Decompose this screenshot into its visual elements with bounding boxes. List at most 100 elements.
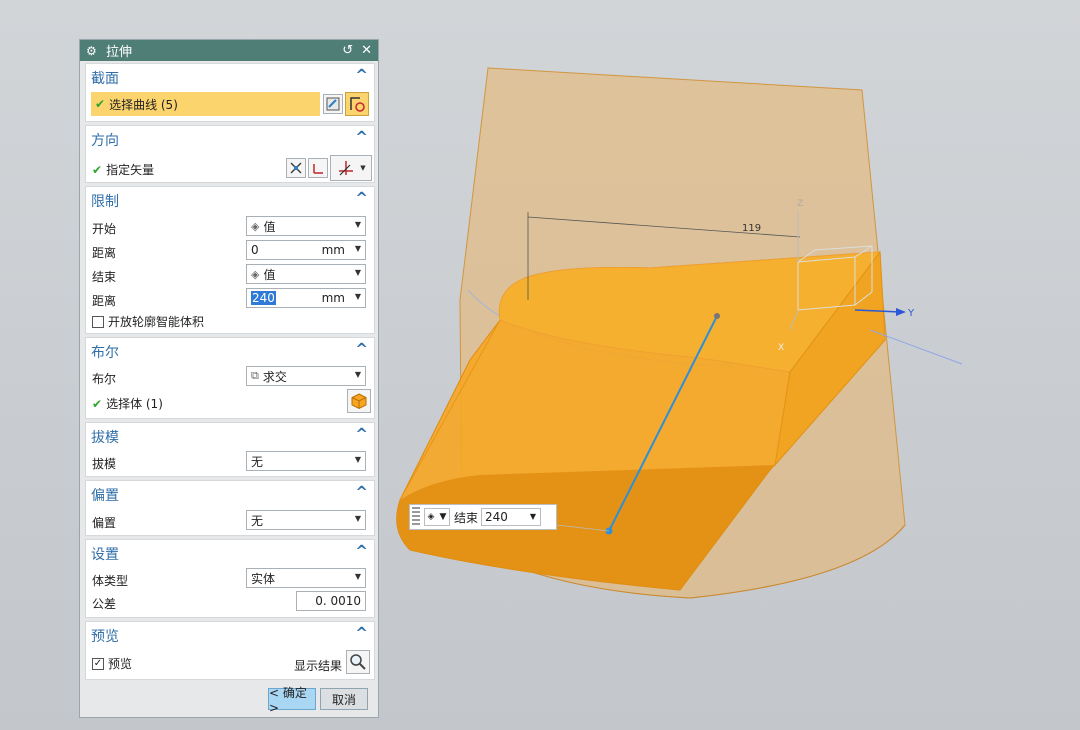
chevron-up-icon[interactable]: ^ xyxy=(355,624,368,642)
sketch-icon xyxy=(326,97,340,111)
preview-row: ✓ 预览 显示结果 xyxy=(92,650,370,675)
graphics-viewport[interactable]: 119 Y Z X xyxy=(380,0,1080,730)
chevron-up-icon[interactable]: ^ xyxy=(355,189,368,207)
chevron-down-icon: ▼ xyxy=(529,512,537,521)
end-label: 结束 xyxy=(454,510,479,525)
preview-label: 预览 xyxy=(108,657,133,671)
axis-z-label: Z xyxy=(797,199,803,209)
extrude-dialog: ⚙ 拉伸 ↺ ✕ 截面 ^ ✔ 选择曲线 (5) 方向 ^ ✔ 指定矢量 ▼ 限… xyxy=(79,39,379,718)
chevron-up-icon[interactable]: ^ xyxy=(355,483,368,501)
end-select[interactable]: ◈ 值 ▼ xyxy=(246,264,366,284)
solid-body-icon xyxy=(351,393,367,410)
gear-icon[interactable]: ⚙ xyxy=(86,44,100,58)
body-type-select[interactable]: 实体 ▼ xyxy=(246,568,366,588)
select-body-button[interactable] xyxy=(347,389,371,413)
open-profile-label: 开放轮廓智能体积 xyxy=(108,315,205,329)
limits-panel-header[interactable]: 限制 ^ xyxy=(86,187,374,211)
draft-label: 拔模 xyxy=(92,457,117,471)
boolean-panel-header[interactable]: 布尔 ^ xyxy=(86,338,374,362)
chevron-down-icon: ▼ xyxy=(439,512,447,522)
draft-row: 拔模 无 ▼ xyxy=(92,451,368,473)
dimension-label[interactable]: 119 xyxy=(742,223,761,234)
draft-panel: 拔模 ^ 拔模 无 ▼ xyxy=(85,422,375,477)
value-cube-icon: ◈ xyxy=(251,219,260,233)
section-panel: 截面 ^ ✔ 选择曲线 (5) xyxy=(85,63,375,122)
onscreen-end-input: ◈ ▼ 结束 240 ▼ xyxy=(409,504,557,530)
specify-vector-row[interactable]: ✔ 指定矢量 ▼ xyxy=(92,155,372,181)
sketch-section-button[interactable] xyxy=(323,94,343,114)
chevron-up-icon[interactable]: ^ xyxy=(355,66,368,84)
body-type-label: 体类型 xyxy=(92,574,129,588)
end-distance-input[interactable]: 240 mm ▼ xyxy=(246,288,366,308)
chevron-down-icon: ▼ xyxy=(354,514,361,523)
select-curve-row[interactable]: ✔ 选择曲线 (5) xyxy=(91,92,320,116)
open-profile-row[interactable]: 开放轮廓智能体积 xyxy=(92,311,368,333)
draft-select[interactable]: 无 ▼ xyxy=(246,451,366,471)
preview-panel: 预览 ^ ✓ 预览 显示结果 xyxy=(85,621,375,680)
vector-icon xyxy=(313,164,323,174)
boolean-select[interactable]: ⧉ 求交 ▼ xyxy=(246,366,366,386)
draft-panel-header[interactable]: 拔模 ^ xyxy=(86,423,374,447)
section-panel-header[interactable]: 截面 ^ xyxy=(86,64,374,88)
reverse-direction-button[interactable] xyxy=(286,158,306,178)
offset-panel: 偏置 ^ 偏置 无 ▼ xyxy=(85,480,375,536)
specify-vector-label: ✔ 指定矢量 xyxy=(92,163,155,177)
body-type-row: 体类型 实体 ▼ xyxy=(92,568,368,590)
end-value-input[interactable]: 240 ▼ xyxy=(481,508,542,526)
vector-axis-icon xyxy=(339,161,354,176)
chevron-down-icon: ▼ xyxy=(354,572,361,581)
chevron-down-icon: ▼ xyxy=(354,370,361,379)
checkmark-icon: ✔ xyxy=(95,97,106,111)
reset-icon[interactable]: ↺ xyxy=(342,43,353,58)
direction-title: 方向 xyxy=(91,133,119,149)
offset-label: 偏置 xyxy=(92,516,117,530)
preview-panel-header[interactable]: 预览 ^ xyxy=(86,622,374,646)
section-title: 截面 xyxy=(91,71,119,87)
vector-dialog-button[interactable] xyxy=(308,158,328,178)
offset-select[interactable]: 无 ▼ xyxy=(246,510,366,530)
show-result-button[interactable] xyxy=(346,650,370,674)
curve-select-button[interactable] xyxy=(345,92,369,116)
select-body-row[interactable]: ✔ 选择体 (1) xyxy=(92,389,371,413)
preview-checkbox[interactable]: ✓ xyxy=(92,657,104,670)
offset-row: 偏置 无 ▼ xyxy=(92,510,368,532)
chevron-up-icon[interactable]: ^ xyxy=(355,425,368,443)
offset-panel-header[interactable]: 偏置 ^ xyxy=(86,481,374,505)
magnifier-icon xyxy=(350,654,366,670)
checkmark-icon: ✔ xyxy=(92,397,103,411)
limits-title: 限制 xyxy=(91,194,119,210)
value-type-dropdown[interactable]: ◈ ▼ xyxy=(424,508,450,526)
select-curve-label: 选择曲线 (5) xyxy=(109,97,178,112)
dialog-title: 拉伸 xyxy=(106,45,133,60)
tolerance-row: 公差 0. 0010 xyxy=(92,591,368,613)
end-label: 结束 xyxy=(92,270,117,284)
open-profile-checkbox[interactable] xyxy=(92,315,104,328)
intersect-icon: ⧉ xyxy=(251,369,259,382)
chevron-up-icon[interactable]: ^ xyxy=(355,128,368,146)
close-icon[interactable]: ✕ xyxy=(361,43,372,58)
ok-button[interactable]: < 确定 > xyxy=(268,686,316,715)
settings-panel-header[interactable]: 设置 ^ xyxy=(86,540,374,564)
settings-title: 设置 xyxy=(91,547,119,563)
cancel-button[interactable]: 取消 xyxy=(320,688,368,710)
direction-panel-header[interactable]: 方向 ^ xyxy=(86,126,374,150)
start-select[interactable]: ◈ 值 ▼ xyxy=(246,216,366,236)
settings-panel: 设置 ^ 体类型 实体 ▼ 公差 0. 0010 xyxy=(85,539,375,618)
drag-grip-icon[interactable] xyxy=(412,507,420,527)
vector-start-handle[interactable] xyxy=(714,313,720,319)
boolean-panel: 布尔 ^ 布尔 ⧉ 求交 ▼ ✔ 选择体 (1) xyxy=(85,337,375,419)
boolean-label: 布尔 xyxy=(92,372,117,386)
vector-type-dropdown[interactable]: ▼ xyxy=(330,155,372,181)
chevron-up-icon[interactable]: ^ xyxy=(355,542,368,560)
start-row: 开始 ◈ 值 ▼ xyxy=(92,216,368,238)
chevron-down-icon: ▼ xyxy=(354,292,361,301)
chevron-down-icon: ▼ xyxy=(354,268,361,277)
start-distance-input[interactable]: 0 mm ▼ xyxy=(246,240,366,260)
chevron-down-icon: ▼ xyxy=(360,164,366,172)
value-cube-icon: ◈ xyxy=(427,512,435,522)
chevron-up-icon[interactable]: ^ xyxy=(355,340,368,358)
chevron-down-icon: ▼ xyxy=(354,244,361,253)
tolerance-input[interactable]: 0. 0010 xyxy=(296,591,366,611)
axis-x-label: X xyxy=(778,343,784,353)
end-distance-label: 距离 xyxy=(92,294,117,308)
